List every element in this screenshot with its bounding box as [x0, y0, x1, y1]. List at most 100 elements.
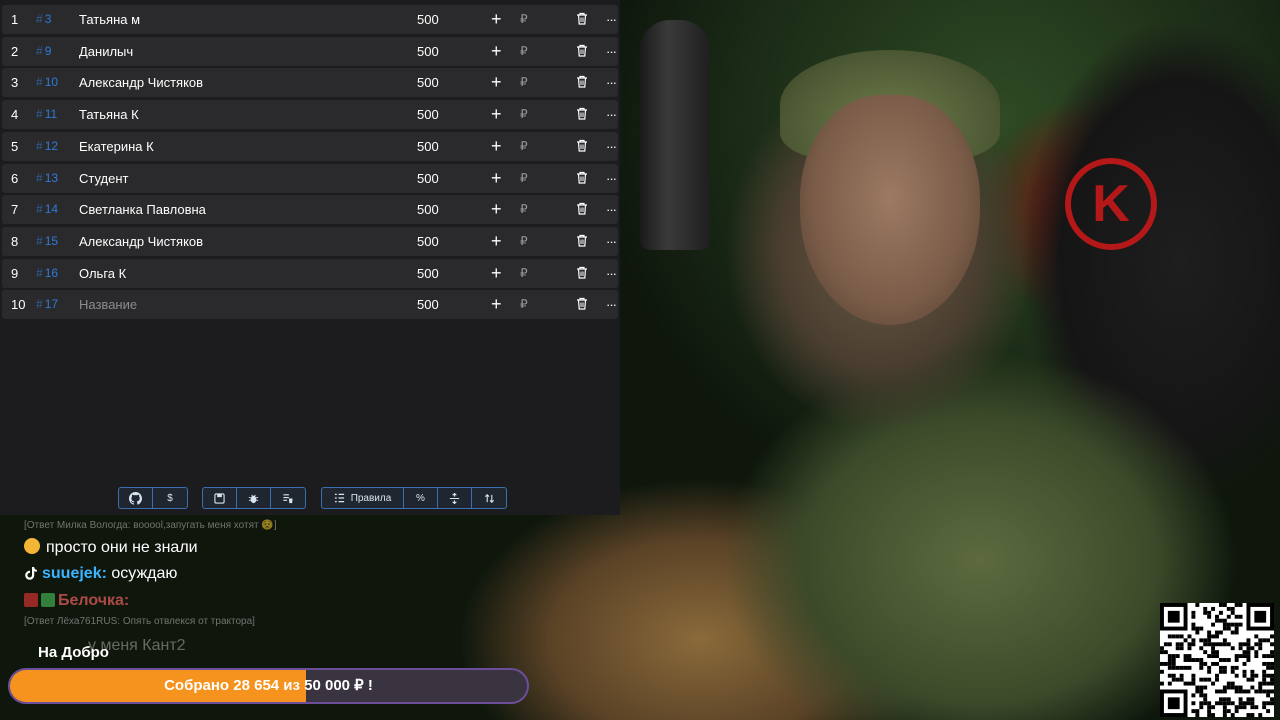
trash-icon[interactable] — [576, 44, 588, 57]
row-name[interactable]: Светланка Павловна — [79, 195, 206, 224]
row-number: #16 — [36, 259, 58, 288]
currency-button[interactable]: ₽ — [520, 227, 528, 256]
row-index: 4 — [11, 107, 19, 123]
row-number-value: 13 — [44, 170, 59, 185]
currency-button[interactable]: ₽ — [520, 5, 528, 34]
currency-button[interactable]: ₽ — [520, 37, 528, 66]
add-amount-button[interactable]: + — [491, 164, 502, 193]
save-icon — [214, 492, 225, 504]
row-name[interactable]: Екатерина К — [79, 132, 154, 161]
row-amount[interactable]: 500 — [417, 259, 439, 288]
row-name[interactable]: Татьяна м — [79, 5, 140, 34]
row-number: #3 — [36, 5, 51, 34]
add-amount-button[interactable]: + — [491, 100, 502, 129]
currency-button[interactable]: ₽ — [520, 195, 528, 224]
chat-username[interactable]: Белочка: — [58, 592, 129, 609]
row-amount[interactable]: 500 — [417, 132, 439, 161]
row-number: #11 — [36, 100, 57, 129]
table-row[interactable]: 3 #10 Александр Чистяков 500 + ₽ ··· — [2, 68, 618, 98]
bug-button[interactable] — [237, 488, 271, 508]
progress-label: Собрано 28 654 из 50 000 ₽ ! — [164, 677, 373, 694]
add-amount-button[interactable]: + — [491, 132, 502, 161]
row-amount[interactable]: 500 — [417, 195, 439, 224]
rules-button[interactable]: Правила — [322, 488, 404, 508]
tiktok-icon — [25, 567, 37, 580]
more-options-icon[interactable]: ··· — [606, 100, 617, 129]
more-options-icon[interactable]: ··· — [606, 132, 617, 161]
trash-icon[interactable] — [576, 266, 588, 279]
trash-icon[interactable] — [576, 234, 588, 247]
currency-button[interactable]: ₽ — [520, 68, 528, 97]
currency-button[interactable]: ₽ — [520, 100, 528, 129]
more-options-icon[interactable]: ··· — [606, 37, 617, 66]
row-amount[interactable]: 500 — [417, 290, 439, 319]
more-options-icon[interactable]: ··· — [606, 195, 617, 224]
sort-button[interactable] — [472, 488, 506, 508]
more-options-icon[interactable]: ··· — [606, 5, 617, 34]
row-number-value: 3 — [44, 12, 52, 26]
trash-icon[interactable] — [576, 12, 588, 25]
row-name[interactable]: Ольга К — [79, 259, 126, 288]
add-amount-button[interactable]: + — [491, 68, 502, 97]
row-index: 10 — [11, 297, 26, 313]
trash-icon[interactable] — [576, 171, 588, 184]
add-amount-button[interactable]: + — [491, 259, 502, 288]
row-number-value: 16 — [44, 265, 59, 280]
more-options-icon[interactable]: ··· — [606, 68, 617, 97]
grin-emoji-icon — [24, 538, 40, 554]
dollar-label: $ — [167, 492, 173, 504]
more-options-icon[interactable]: ··· — [606, 259, 617, 288]
table-row[interactable]: 4 #11 Татьяна К 500 + ₽ ··· — [2, 100, 618, 130]
chat-username[interactable]: suuejek: — [42, 565, 107, 582]
row-name[interactable]: Александр Чистяков — [79, 68, 203, 97]
table-row[interactable]: 9 #16 Ольга К 500 + ₽ ··· — [2, 258, 618, 288]
table-row[interactable]: 1 #3 Татьяна м 500 + ₽ ··· — [2, 5, 618, 34]
row-name[interactable]: Данилыч — [79, 37, 133, 66]
row-amount[interactable]: 500 — [417, 37, 439, 66]
sort-icon — [484, 493, 494, 503]
row-amount[interactable]: 500 — [417, 5, 439, 34]
trash-icon[interactable] — [576, 297, 588, 310]
table-row[interactable]: 8 #15 Александр Чистяков 500 + ₽ ··· — [2, 226, 618, 256]
row-amount[interactable]: 500 — [417, 164, 439, 193]
trash-icon[interactable] — [576, 107, 588, 120]
table-row[interactable]: 7 #14 Светланка Павловна 500 + ₽ ··· — [2, 195, 618, 225]
row-amount[interactable]: 500 — [417, 100, 439, 129]
more-options-icon[interactable]: ··· — [606, 227, 617, 256]
row-name[interactable]: Александр Чистяков — [79, 227, 203, 256]
trash-icon[interactable] — [576, 139, 588, 152]
currency-button[interactable]: ₽ — [520, 164, 528, 193]
row-amount[interactable]: 500 — [417, 68, 439, 97]
currency-button[interactable]: ₽ — [520, 259, 528, 288]
trash-icon[interactable] — [576, 75, 588, 88]
add-amount-button[interactable]: + — [491, 195, 502, 224]
table-row[interactable]: 10 #17 Название 500 + ₽ ··· — [2, 290, 618, 320]
donate-button[interactable]: $ — [153, 488, 187, 508]
chair-logo: K — [1065, 158, 1157, 250]
save-button[interactable] — [203, 488, 237, 508]
table-row[interactable]: 6 #13 Студент 500 + ₽ ··· — [2, 163, 618, 193]
row-amount[interactable]: 500 — [417, 227, 439, 256]
row-number: #17 — [36, 290, 58, 319]
table-row[interactable]: 5 #12 Екатерина К 500 + ₽ ··· — [2, 131, 618, 161]
clear-button[interactable] — [271, 488, 305, 508]
table-row[interactable]: 2 #9 Данилыч 500 + ₽ ··· — [2, 36, 618, 66]
qr-code — [1160, 603, 1274, 717]
split-button[interactable] — [438, 488, 472, 508]
currency-button[interactable]: ₽ — [520, 132, 528, 161]
more-options-icon[interactable]: ··· — [606, 164, 617, 193]
row-number-value: 12 — [44, 138, 59, 153]
sub-badge-icon — [41, 593, 55, 607]
add-amount-button[interactable]: + — [491, 227, 502, 256]
currency-button[interactable]: ₽ — [520, 290, 528, 319]
row-name[interactable]: Татьяна К — [79, 100, 139, 129]
row-name[interactable]: Студент — [79, 164, 129, 193]
add-amount-button[interactable]: + — [491, 290, 502, 319]
add-amount-button[interactable]: + — [491, 5, 502, 34]
row-name[interactable]: Название — [79, 290, 137, 319]
trash-icon[interactable] — [576, 202, 588, 215]
github-button[interactable] — [119, 488, 153, 508]
more-options-icon[interactable]: ··· — [606, 290, 617, 319]
add-amount-button[interactable]: + — [491, 37, 502, 66]
percent-button[interactable]: % — [404, 488, 438, 508]
